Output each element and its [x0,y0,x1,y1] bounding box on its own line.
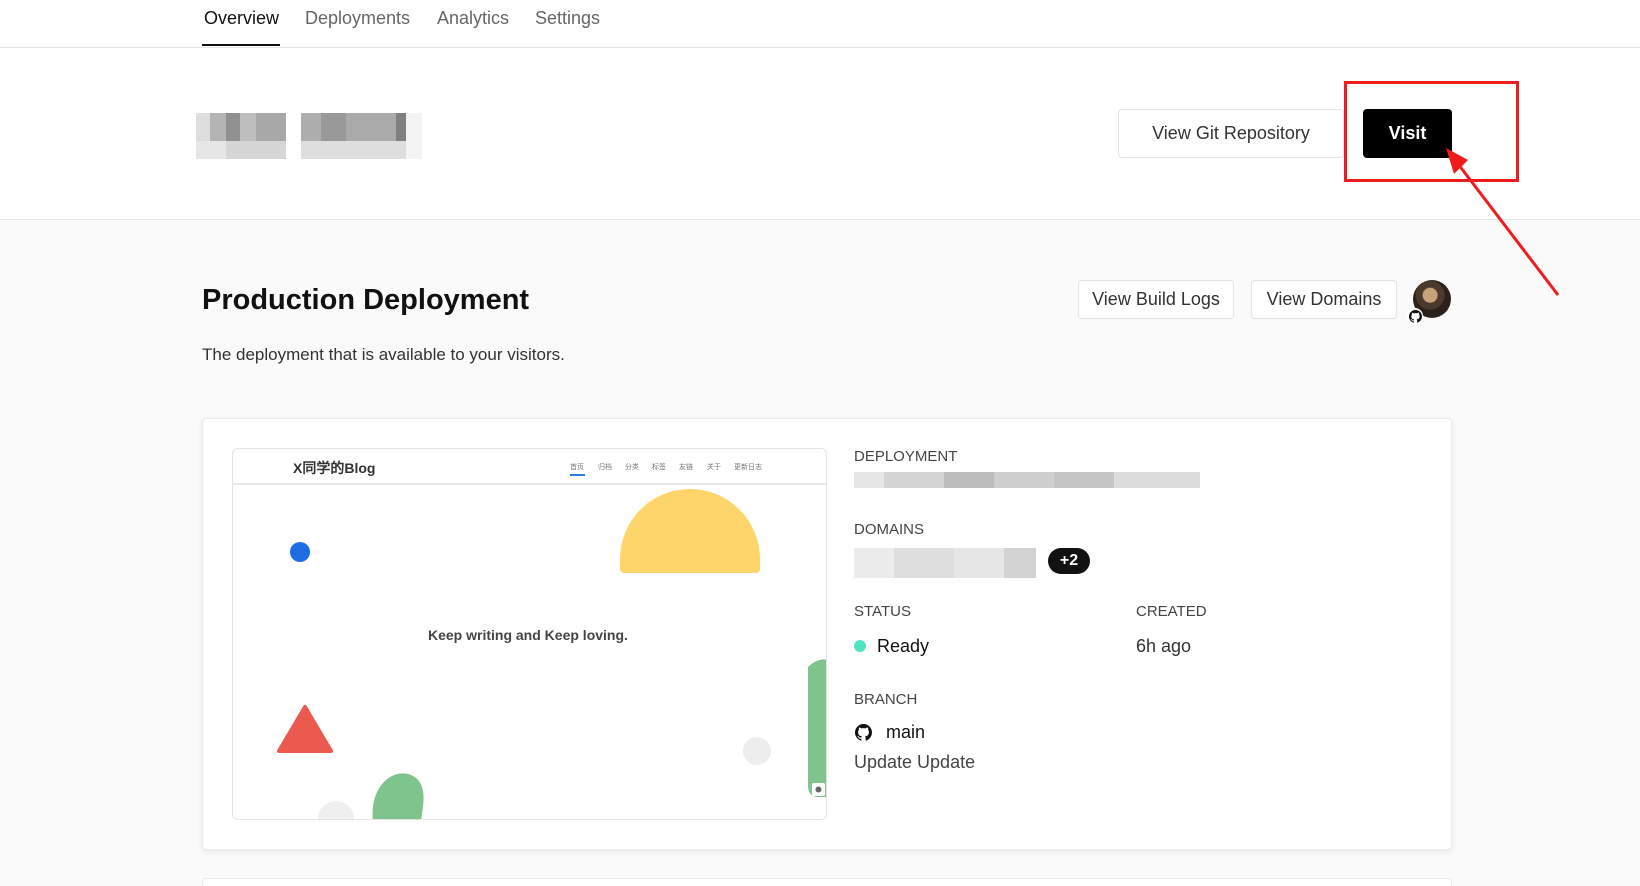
commit-message[interactable]: Update Update [854,752,975,773]
next-card-edge [202,878,1452,886]
deployment-label: DEPLOYMENT [854,448,958,465]
github-badge-icon [1407,308,1423,324]
domain-url-redacted[interactable] [854,548,1036,578]
view-build-logs-button[interactable]: View Build Logs [1078,280,1234,319]
tab-settings[interactable]: Settings [535,8,600,29]
view-domains-button[interactable]: View Domains [1251,280,1397,319]
github-icon [855,724,872,746]
annotation-arrow [1446,148,1560,296]
tab-overview[interactable]: Overview [204,8,279,29]
project-name-redacted [196,113,422,159]
top-tab-bar: Overview Deployments Analytics Settings [0,0,1640,48]
deployment-url-redacted[interactable] [854,472,1200,488]
deployment-preview[interactable]: X同学的Blog 首页 归档 分类 标签 友链 关于 更新日志 Keep wri… [232,448,827,820]
created-label: CREATED [1136,603,1207,620]
status-label: STATUS [854,603,911,620]
production-deployment-title: Production Deployment [202,284,530,316]
tab-analytics[interactable]: Analytics [437,8,509,29]
branch-value[interactable]: main [886,722,925,743]
tab-deployments[interactable]: Deployments [305,8,410,29]
status-value: Ready [877,636,930,656]
active-tab-indicator [202,44,280,46]
preview-tagline: Keep writing and Keep loving. [428,627,628,643]
status-ready-dot [854,640,866,652]
production-deployment-subtitle: The deployment that is available to your… [202,345,565,364]
view-git-repository-button[interactable]: View Git Repository [1118,109,1344,158]
more-domains-badge[interactable]: +2 [1048,548,1090,574]
domains-label: DOMAINS [854,521,925,538]
created-value: 6h ago [1136,636,1192,656]
branch-label: BRANCH [854,691,918,708]
